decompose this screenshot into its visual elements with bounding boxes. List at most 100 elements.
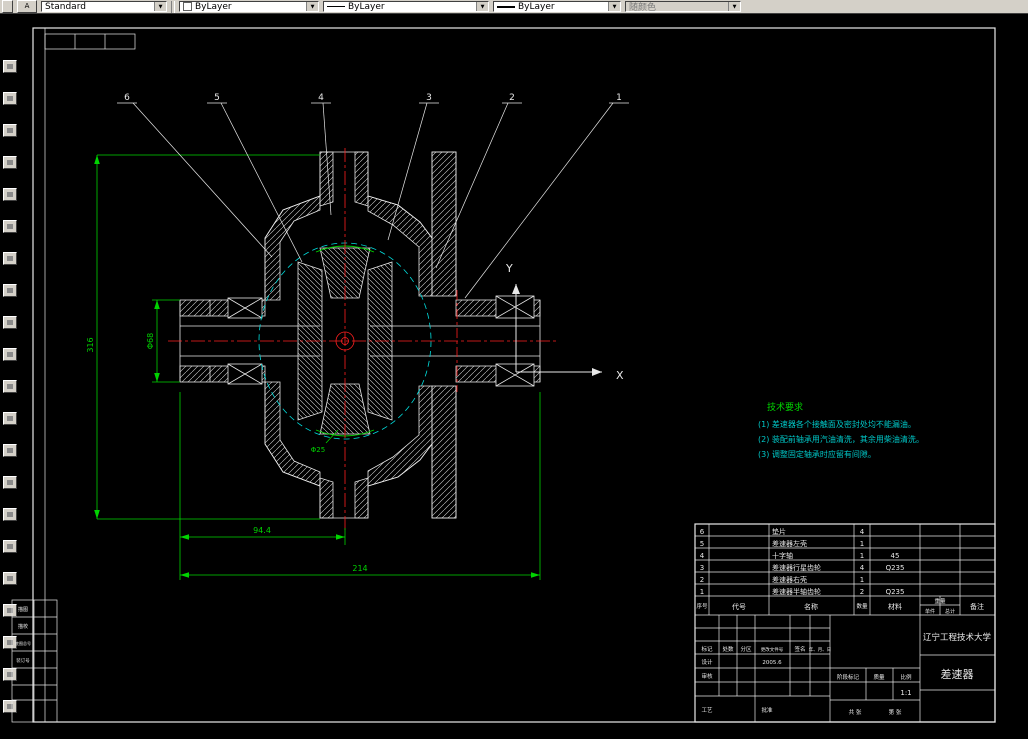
tech-req-item: (1) 差速器各个接触面及密封处均不能漏油。 (758, 419, 916, 429)
callout-3: 3 (426, 93, 432, 103)
bom-header-no: 序号 (696, 602, 708, 610)
border-table: 描图 描校 底图总号 装订号 (11, 599, 58, 723)
plotstyle-combo[interactable]: 随颜色 ▼ (625, 1, 741, 12)
bom-no: 2 (700, 576, 704, 584)
dim-half-length: 94.4 (253, 526, 271, 535)
differential-housing-section[interactable] (264, 151, 457, 519)
linetype-combo[interactable]: ByLayer ▼ (323, 1, 489, 12)
bom-no: 1 (700, 588, 704, 596)
label-scale: 比例 (900, 673, 912, 681)
color-swatch (183, 2, 192, 11)
border-table-label: 描校 (18, 623, 28, 630)
dim-shaft-dia: Φ68 (146, 333, 155, 349)
callout-2: 2 (509, 93, 515, 103)
bom-qty: 1 (860, 576, 864, 584)
lineweight-value: ByLayer (518, 1, 555, 12)
label-mass: 质量 (873, 673, 885, 681)
callout-6: 6 (124, 93, 130, 103)
bom-material: Q235 (886, 564, 905, 572)
label-zone: 分区 (740, 645, 752, 653)
bom-qty: 1 (860, 540, 864, 548)
bom-name: 差速器行星齿轮 (772, 563, 821, 572)
technical-requirements: 技术要求 (1) 差速器各个接触面及密封处均不能漏油。 (2) 装配前轴承用汽油… (758, 401, 924, 459)
label-approve: 批准 (761, 706, 773, 714)
bom-header-weight-unit: 单件 (925, 608, 935, 615)
bom-qty: 1 (860, 552, 864, 560)
drawing-canvas[interactable]: 316 Φ68 94.4 214 Φ25 6 5 4 3 2 1 Y X 技术要… (0, 14, 1028, 739)
label-sign: 签名 (794, 645, 805, 653)
title-block-grid (694, 523, 996, 723)
value-scale: 1:1 (900, 689, 911, 697)
bom-no: 3 (700, 564, 704, 572)
text-style-value: Standard (45, 1, 86, 12)
chevron-down-icon[interactable]: ▼ (476, 2, 488, 11)
bom-name: 差速器右壳 (772, 575, 807, 584)
chevron-down-icon[interactable]: ▼ (306, 2, 318, 11)
top-toolbar: A Standard ▼ ByLayer ▼ ByLayer ▼ ByLayer… (0, 0, 1028, 14)
border-table-label: 底图总号 (15, 640, 31, 646)
callout-5: 5 (214, 93, 220, 103)
bom-no: 5 (700, 540, 704, 548)
callout-numbers: 6 5 4 3 2 1 (124, 93, 622, 103)
bom-name: 垫片 (772, 527, 786, 536)
label-count: 处数 (722, 645, 734, 653)
label-sheet: 第 张 (889, 708, 902, 716)
bom-material: Q235 (886, 588, 905, 596)
value-design-date: 2005.6 (762, 660, 782, 666)
bom-table: 6 5 4 3 2 1 4 1 1 4 1 2 45 Q235 Q235 垫片 … (696, 527, 984, 615)
drawing-title: 差速器 (941, 667, 974, 681)
label-sheets: 共 张 (849, 708, 862, 716)
linetype-sample-icon (327, 6, 345, 7)
color-combo[interactable]: ByLayer ▼ (179, 1, 319, 12)
border-table-label: 装订号 (16, 657, 30, 664)
label-doc-no: 更改文件号 (761, 646, 784, 653)
label-mark: 标记 (701, 645, 713, 653)
border-table-label: 描图 (18, 606, 28, 613)
color-value: ByLayer (195, 1, 232, 12)
bom-header-name: 名称 (804, 602, 818, 611)
lineweight-combo[interactable]: ByLayer ▼ (493, 1, 621, 12)
ucs-y-label: Y (505, 262, 513, 275)
dim-overall-height: 316 (86, 337, 95, 352)
label-process: 工艺 (701, 707, 713, 714)
tech-req-item: (3) 调整固定轴承时应留有间隙。 (758, 449, 876, 459)
toolbar-separator (171, 0, 175, 13)
chevron-down-icon[interactable]: ▼ (154, 2, 166, 11)
bom-header-weight-total: 总计 (945, 608, 955, 615)
centerlines (168, 148, 556, 532)
bom-qty: 4 (860, 564, 865, 572)
bom-qty: 2 (860, 588, 864, 596)
plotstyle-value: 随颜色 (629, 3, 657, 12)
tech-req-item: (2) 装配前轴承用汽油清洗，其余用柴油清洗。 (758, 434, 924, 444)
cad-application-window: { "toolbar": { "style_combo": {"value": … (0, 0, 1028, 739)
dim-note: Φ25 (311, 446, 325, 454)
linetype-value: ByLayer (348, 1, 385, 12)
label-date: 年、月、日 (809, 646, 832, 653)
bom-header-remark: 备注 (970, 602, 984, 611)
bom-header-weight: 重量 (934, 597, 946, 605)
bom-header-material: 材料 (888, 602, 902, 611)
text-style-combo[interactable]: Standard ▼ (41, 1, 167, 12)
chevron-down-icon[interactable]: ▼ (608, 2, 620, 11)
title-block: 标记 处数 分区 更改文件号 签名 年、月、日 设计 2005.6 审核 工艺 … (701, 632, 991, 716)
tech-req-title: 技术要求 (767, 401, 803, 413)
chevron-down-icon[interactable]: ▼ (728, 2, 740, 11)
bom-name: 十字轴 (772, 551, 793, 560)
bom-header-qty: 数量 (856, 602, 868, 610)
organization-name: 辽宁工程技术大学 (923, 632, 992, 643)
bom-material: 45 (891, 552, 900, 560)
toolbar-partial-button[interactable] (2, 0, 13, 13)
bom-no: 6 (700, 528, 705, 536)
bom-qty: 4 (860, 528, 865, 536)
callout-4: 4 (318, 93, 324, 103)
label-stage: 阶段标记 (837, 673, 860, 681)
dim-overall-length: 214 (352, 564, 367, 573)
callout-1: 1 (616, 93, 622, 103)
bom-header-code: 代号 (732, 602, 746, 611)
label-design: 设计 (701, 658, 713, 666)
lineweight-sample-icon (497, 5, 515, 8)
text-style-icon[interactable]: A (17, 0, 37, 13)
bom-no: 4 (700, 552, 705, 560)
frame-corner-box (44, 33, 136, 50)
bom-name: 差速器左壳 (772, 539, 807, 548)
